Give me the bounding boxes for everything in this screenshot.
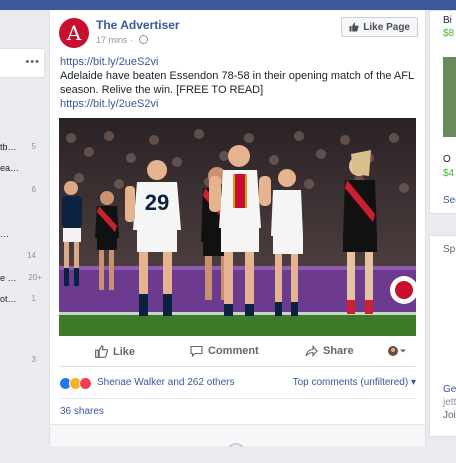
comment-button[interactable]: Comment bbox=[190, 345, 259, 357]
reactions-bar: Shenae Walker and 262 others Top comment… bbox=[59, 376, 416, 392]
shares-count[interactable]: 36 shares bbox=[60, 406, 104, 417]
comments-loading-area bbox=[50, 424, 425, 446]
share-button[interactable]: Share bbox=[305, 345, 354, 357]
reactions-summary[interactable]: Shenae Walker and 262 others bbox=[97, 377, 235, 388]
post-timestamp[interactable]: 17 mins · bbox=[96, 35, 148, 45]
post-text: https://bit.ly/2ueS2vi Adelaide have bea… bbox=[60, 55, 420, 111]
svg-text:29: 29 bbox=[145, 190, 169, 215]
football-players-illustration: 29 bbox=[59, 118, 416, 336]
post-link-top[interactable]: https://bit.ly/2ueS2vi bbox=[60, 55, 420, 69]
post-photo[interactable]: 29 bbox=[59, 118, 416, 336]
post-link-bottom[interactable]: https://bit.ly/2ueS2vi bbox=[60, 97, 420, 111]
top-navigation-bar bbox=[0, 0, 456, 10]
marketplace-box: Bi $8 O $4 See bbox=[429, 10, 456, 214]
reaction-icons[interactable] bbox=[59, 377, 95, 390]
sidebar-item[interactable]: tb… 5 bbox=[0, 142, 44, 156]
share-arrow-icon bbox=[305, 345, 318, 357]
comment-icon bbox=[190, 345, 203, 357]
divider bbox=[59, 398, 416, 399]
reaction-selector[interactable] bbox=[387, 345, 407, 357]
news-feed-post: A The Advertiser 17 mins · Like Page htt… bbox=[49, 10, 426, 446]
like-page-button[interactable]: Like Page bbox=[341, 17, 418, 37]
like-icon bbox=[95, 345, 108, 358]
more-options-icon[interactable]: ••• bbox=[25, 56, 40, 68]
left-sidebar: ••• tb… 5 ea… 6 … 14 e … 20+ ot… 1 3 bbox=[0, 10, 48, 445]
page-avatar[interactable]: A bbox=[59, 18, 89, 48]
thumbs-up-icon bbox=[349, 22, 359, 32]
love-reaction-icon bbox=[79, 377, 92, 390]
loading-spinner-icon bbox=[226, 443, 246, 463]
page-name-link[interactable]: The Advertiser bbox=[96, 18, 180, 32]
globe-icon bbox=[138, 35, 148, 44]
sidebar-header-box: ••• bbox=[0, 48, 45, 78]
sidebar-item[interactable]: 3 bbox=[0, 355, 44, 369]
suggested-box: Sp Ge jett Join bbox=[429, 235, 456, 437]
right-rail: Bi $8 O $4 See Sp Ge jett Join bbox=[429, 10, 456, 445]
listing-thumbnail[interactable] bbox=[443, 57, 456, 137]
sidebar-item[interactable]: ot… 1 bbox=[0, 294, 44, 308]
sidebar-item[interactable]: … bbox=[0, 229, 44, 243]
like-button[interactable]: Like bbox=[95, 345, 135, 358]
comment-filter-dropdown[interactable]: Top comments (unfiltered) ▾ bbox=[293, 377, 416, 388]
sidebar-item[interactable]: 14 bbox=[0, 251, 44, 265]
advertiser-logo-icon: A bbox=[66, 21, 82, 45]
sidebar-item[interactable]: 6 bbox=[0, 185, 44, 199]
profile-chevron-down-icon bbox=[388, 346, 406, 356]
divider bbox=[59, 366, 416, 367]
post-body: Adelaide have beaten Essendon 78-58 in t… bbox=[60, 70, 414, 96]
sidebar-item[interactable]: ea… bbox=[0, 163, 44, 177]
sidebar-item[interactable]: e … 20+ bbox=[0, 273, 44, 287]
post-actions: Like Comment Share bbox=[59, 343, 416, 363]
